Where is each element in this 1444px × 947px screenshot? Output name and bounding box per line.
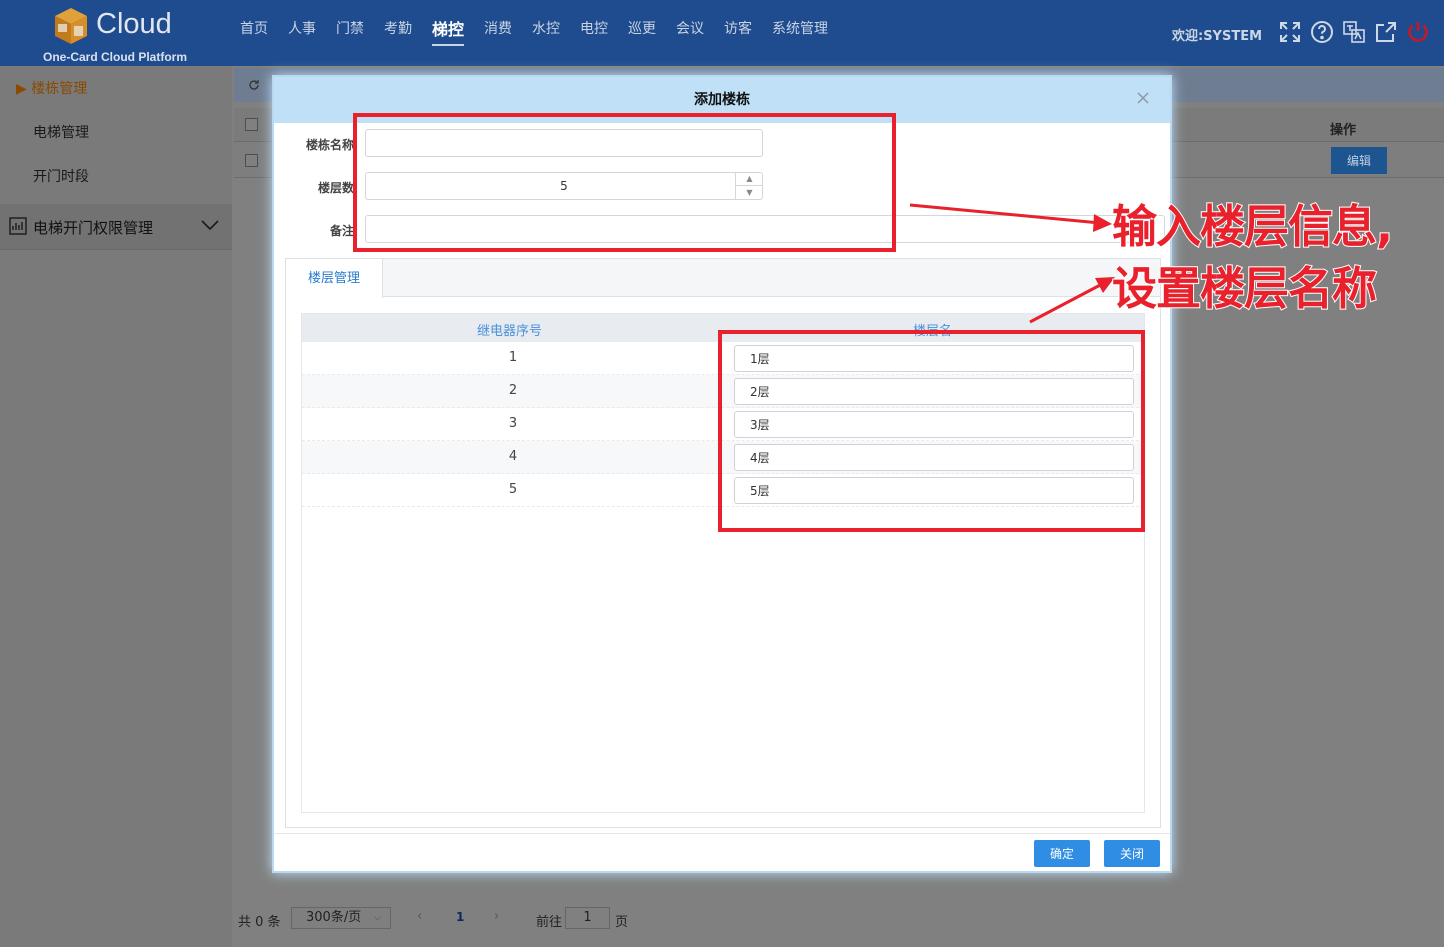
header-icons bbox=[1278, 19, 1430, 45]
relay-seq: 1 bbox=[508, 350, 518, 365]
next-page-icon[interactable]: › bbox=[494, 909, 499, 924]
relay-seq: 5 bbox=[508, 482, 518, 497]
nav-water[interactable]: 水控 bbox=[532, 18, 560, 46]
dialog-footer: 确定 关闭 bbox=[274, 833, 1170, 871]
total-count: 共 0 条 bbox=[238, 915, 281, 930]
relay-seq: 2 bbox=[508, 383, 518, 398]
prev-page-icon[interactable]: ‹ bbox=[417, 909, 422, 924]
annotation-text-line2: 设置楼层名称 bbox=[1111, 261, 1378, 316]
goto-label: 前往 bbox=[536, 915, 563, 930]
page-size-value: 300条/页 bbox=[306, 910, 362, 925]
remark-label: 备注 bbox=[329, 224, 354, 238]
sidebar-item-open-period[interactable]: 开门时段 bbox=[0, 158, 232, 196]
logo-subtitle: One-Card Cloud Platform bbox=[43, 50, 188, 64]
tab-strip: 楼层管理 bbox=[286, 259, 1160, 298]
sidebar-item-building[interactable]: ▶ 楼栋管理 bbox=[0, 70, 232, 108]
pagination: 共 0 条 300条/页 ⌵ ‹ 1 › 前往 1 页 bbox=[234, 902, 1444, 934]
nav-system[interactable]: 系统管理 bbox=[772, 18, 828, 46]
cube-logo-icon bbox=[55, 8, 87, 44]
nav-elevator[interactable]: 梯控 bbox=[432, 16, 465, 46]
fullscreen-icon[interactable] bbox=[1278, 19, 1302, 45]
top-header: Cloud One-Card Cloud Platform 首页 人事 门禁 考… bbox=[0, 0, 1444, 66]
sidebar-group-label: 电梯开门权限管理 bbox=[33, 219, 154, 237]
logo: Cloud One-Card Cloud Platform bbox=[40, 4, 190, 64]
language-icon[interactable] bbox=[1342, 19, 1366, 45]
col-relay-seq: 继电器序号 bbox=[477, 324, 543, 339]
annotation-text-line1: 输入楼层信息, bbox=[1111, 199, 1394, 254]
relay-seq: 4 bbox=[508, 449, 518, 464]
relay-seq: 3 bbox=[508, 416, 518, 431]
current-page[interactable]: 1 bbox=[456, 910, 464, 924]
nav-personnel[interactable]: 人事 bbox=[288, 18, 316, 46]
power-icon[interactable] bbox=[1406, 19, 1430, 45]
page-unit-label: 页 bbox=[615, 915, 629, 930]
row-checkbox[interactable] bbox=[245, 154, 258, 167]
chart-icon bbox=[9, 217, 27, 235]
form-highlight-box bbox=[353, 113, 896, 252]
building-name-label: 楼栋名称 bbox=[305, 138, 354, 152]
nav-home[interactable]: 首页 bbox=[240, 18, 268, 46]
chevron-down-icon: ⌵ bbox=[374, 913, 381, 923]
nav-visitor[interactable]: 访客 bbox=[724, 18, 752, 46]
close-icon[interactable] bbox=[1134, 89, 1152, 107]
page-size-select[interactable]: 300条/页 ⌵ bbox=[291, 907, 391, 929]
tab-floor-management[interactable]: 楼层管理 bbox=[286, 259, 383, 298]
floor-count-label: 楼层数 bbox=[317, 181, 354, 195]
sidebar-group-permission[interactable]: 电梯开门权限管理 bbox=[0, 204, 232, 250]
floor-name-highlight-box bbox=[718, 330, 1145, 532]
main-nav: 首页 人事 门禁 考勤 梯控 消费 水控 电控 巡更 会议 访客 系统管理 bbox=[230, 18, 838, 46]
help-icon[interactable] bbox=[1310, 19, 1334, 45]
nav-consumption[interactable]: 消费 bbox=[484, 18, 512, 46]
select-all-checkbox[interactable] bbox=[245, 118, 258, 131]
welcome-text: 欢迎:SYSTEM bbox=[1172, 29, 1263, 44]
refresh-icon[interactable] bbox=[248, 79, 260, 91]
edit-button[interactable]: 编辑 bbox=[1331, 147, 1387, 174]
external-link-icon[interactable] bbox=[1374, 19, 1398, 45]
confirm-button[interactable]: 确定 bbox=[1034, 840, 1090, 867]
nav-patrol[interactable]: 巡更 bbox=[628, 18, 656, 46]
sidebar-item-elevator[interactable]: 电梯管理 bbox=[0, 114, 232, 152]
operation-header: 操作 bbox=[1330, 123, 1357, 138]
close-button[interactable]: 关闭 bbox=[1104, 840, 1160, 867]
nav-attendance[interactable]: 考勤 bbox=[384, 18, 412, 46]
nav-meeting[interactable]: 会议 bbox=[676, 18, 704, 46]
logo-text: Cloud bbox=[96, 8, 172, 40]
chevron-down-icon[interactable] bbox=[200, 218, 220, 232]
nav-power[interactable]: 电控 bbox=[580, 18, 608, 46]
nav-access[interactable]: 门禁 bbox=[336, 18, 364, 46]
sidebar: ▶ 楼栋管理 电梯管理 开门时段 电梯开门权限管理 bbox=[0, 66, 232, 947]
goto-page-input[interactable]: 1 bbox=[565, 907, 610, 929]
